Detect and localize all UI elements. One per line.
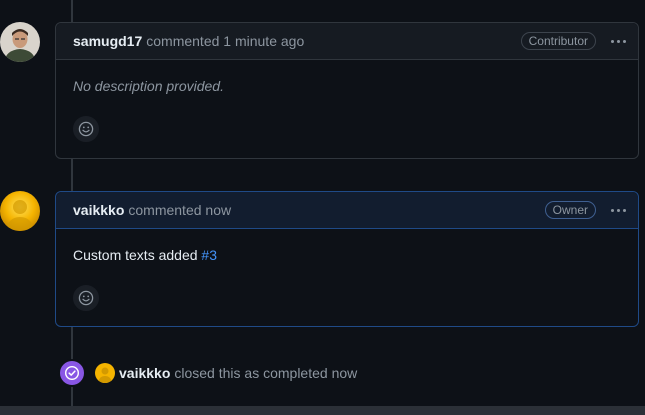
role-badge: Owner <box>544 201 596 219</box>
comment-author[interactable]: samugd17 <box>73 33 142 49</box>
closed-event: vaikkko closed this as completed now <box>58 359 357 387</box>
smiley-icon <box>78 121 94 137</box>
comment-author[interactable]: vaikkko <box>73 202 124 218</box>
horizontal-scrollbar[interactable] <box>0 406 645 415</box>
comment-timestamp[interactable]: commented 1 minute ago <box>146 33 304 49</box>
comment-header: samugd17 commented 1 minute ago Contribu… <box>56 23 638 60</box>
comment-body: No description provided. <box>56 60 638 142</box>
avatar-vaikkko[interactable] <box>0 191 40 231</box>
comment-text: No description provided. <box>73 78 224 94</box>
check-circle-icon <box>58 359 86 387</box>
add-reaction-button[interactable] <box>73 285 99 311</box>
smiley-icon <box>78 290 94 306</box>
kebab-icon[interactable] <box>606 200 630 220</box>
comment-body: Custom texts added #3 <box>56 229 638 311</box>
avatar-samugd17[interactable] <box>0 22 40 62</box>
event-text: closed this as completed now <box>174 365 358 381</box>
event-author[interactable]: vaikkko <box>119 365 170 381</box>
comment-card: vaikkko commented now Owner Custom texts… <box>55 191 639 327</box>
comment-card: samugd17 commented 1 minute ago Contribu… <box>55 22 639 159</box>
role-badge: Contributor <box>520 32 596 50</box>
add-reaction-button[interactable] <box>73 116 99 142</box>
comment-header: vaikkko commented now Owner <box>56 192 638 229</box>
issue-link[interactable]: #3 <box>201 247 217 263</box>
avatar-vaikkko-small[interactable] <box>95 363 115 383</box>
issue-timeline: samugd17 commented 1 minute ago Contribu… <box>0 0 645 415</box>
comment-timestamp[interactable]: commented now <box>128 202 231 218</box>
comment-text-content: Custom texts added <box>73 247 202 263</box>
kebab-icon[interactable] <box>606 31 630 51</box>
comment-text: Custom texts added #3 <box>73 247 621 263</box>
